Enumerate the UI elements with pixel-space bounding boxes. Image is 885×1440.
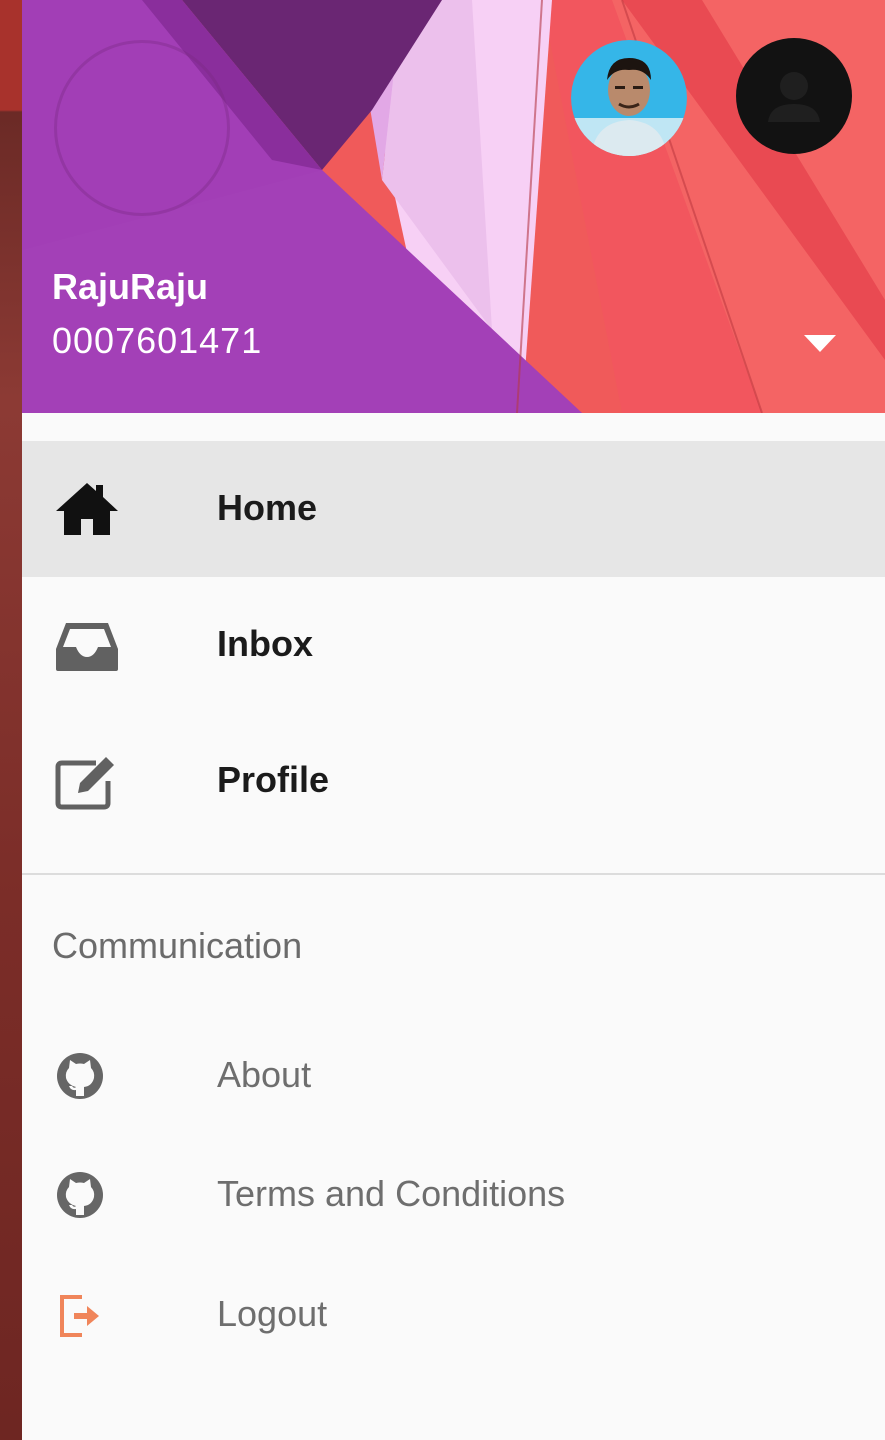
home-icon bbox=[54, 479, 118, 539]
section-divider bbox=[22, 873, 885, 875]
github-icon bbox=[54, 1050, 106, 1102]
menu-item-label: About bbox=[217, 1054, 312, 1095]
drawer-menu-list: Home Inbox Profile bbox=[22, 441, 885, 849]
menu-item-label: Inbox bbox=[217, 623, 313, 664]
menu-item-inbox[interactable]: Inbox bbox=[22, 577, 885, 713]
account-avatar-placeholder bbox=[54, 40, 230, 216]
edit-icon bbox=[54, 751, 118, 811]
background-page bbox=[0, 0, 22, 1440]
menu-item-home[interactable]: Home bbox=[22, 441, 885, 577]
other-account-avatar[interactable] bbox=[736, 38, 852, 154]
account-name: RajuRaju bbox=[52, 266, 209, 307]
account-number: 0007601471 bbox=[52, 320, 263, 361]
github-icon bbox=[54, 1169, 106, 1221]
person-icon bbox=[768, 72, 820, 122]
account-avatar[interactable] bbox=[571, 40, 687, 156]
person-photo-icon bbox=[571, 40, 687, 156]
menu-item-about[interactable]: About bbox=[22, 1024, 885, 1124]
menu-item-profile[interactable]: Profile bbox=[22, 713, 885, 849]
menu-item-label: Terms and Conditions bbox=[217, 1173, 566, 1214]
menu-item-label: Home bbox=[217, 487, 318, 528]
menu-item-label: Profile bbox=[217, 759, 330, 800]
drawer-header: RajuRaju 0007601471 bbox=[22, 0, 885, 413]
menu-item-logout[interactable]: Logout bbox=[22, 1263, 885, 1363]
menu-item-terms[interactable]: Terms and Conditions bbox=[22, 1143, 885, 1243]
navigation-drawer: RajuRaju 0007601471 Home Inbox Profile C… bbox=[22, 0, 885, 1440]
section-title-communication: Communication bbox=[52, 925, 303, 966]
account-dropdown-arrow-icon[interactable] bbox=[804, 335, 836, 352]
logout-icon bbox=[54, 1289, 106, 1341]
menu-item-label: Logout bbox=[217, 1293, 328, 1334]
inbox-icon bbox=[54, 615, 118, 675]
